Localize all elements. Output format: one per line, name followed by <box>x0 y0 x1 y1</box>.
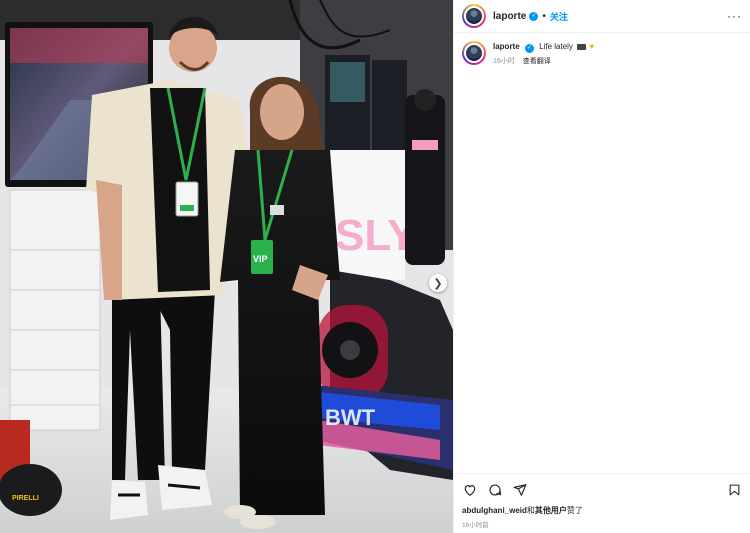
instagram-post-view: SLY BWT PIRELLI VIP ❯ laporte ✓ • 关注 ···… <box>0 0 750 533</box>
chevron-right-icon: ❯ <box>433 277 443 290</box>
yellow-heart-emoji-icon: ♥ <box>589 42 595 52</box>
tyre-lettering: PIRELLI <box>12 495 39 502</box>
verified-badge-icon: ✓ <box>529 11 539 21</box>
bookmark-icon[interactable] <box>726 482 742 498</box>
post-side-panel: laporte ✓ • 关注 ··· laporte ✓ Life lately… <box>453 0 750 533</box>
post-photo[interactable]: SLY BWT PIRELLI VIP ❯ <box>0 0 453 533</box>
garage-cabinet <box>9 189 101 431</box>
action-bar <box>462 482 742 498</box>
caption-avatar[interactable] <box>462 41 486 65</box>
caption-row: laporte ✓ Life lately ♥ 16小时 查看翻译 <box>462 41 742 67</box>
likes-suffix-text: 赞了 <box>566 506 583 515</box>
likes-summary: abdulghani_weid和其他用户赞了 <box>462 505 742 516</box>
post-footer: abdulghani_weid和其他用户赞了 16小时前 <box>454 473 750 533</box>
header-separator: • <box>542 10 546 22</box>
see-translation-link[interactable]: 查看翻译 <box>523 58 551 65</box>
post-header: laporte ✓ • 关注 ··· <box>454 0 750 33</box>
photo-scene: SLY BWT PIRELLI VIP <box>0 0 453 533</box>
likes-user-link[interactable]: abdulghani_weid <box>462 506 527 515</box>
author-avatar[interactable] <box>462 4 486 28</box>
wall-lettering: SLY <box>335 211 417 260</box>
caption-timestamp: 16小时 <box>493 57 515 65</box>
author-username[interactable]: laporte <box>493 11 526 22</box>
next-photo-button[interactable]: ❯ <box>429 274 447 292</box>
comment-icon[interactable] <box>487 482 503 498</box>
follow-button[interactable]: 关注 <box>550 10 568 23</box>
post-timestamp: 16小时前 <box>462 522 489 529</box>
likes-others-link[interactable]: 其他用户 <box>535 506 567 515</box>
heart-icon[interactable] <box>462 482 478 498</box>
share-icon[interactable] <box>512 482 528 498</box>
likes-and-text: 和 <box>526 506 535 515</box>
film-emoji-icon <box>577 43 587 50</box>
caption-username[interactable]: laporte <box>493 42 520 51</box>
more-options-icon[interactable]: ··· <box>727 9 742 23</box>
caption-text: Life lately <box>539 42 573 51</box>
caption-area: laporte ✓ Life lately ♥ 16小时 查看翻译 <box>454 33 750 473</box>
caption-verified-icon: ✓ <box>524 43 534 53</box>
vip-badge-text: VIP <box>253 254 268 264</box>
caption: laporte ✓ Life lately ♥ 16小时 查看翻译 <box>493 41 594 67</box>
car-lettering: BWT <box>325 405 376 430</box>
